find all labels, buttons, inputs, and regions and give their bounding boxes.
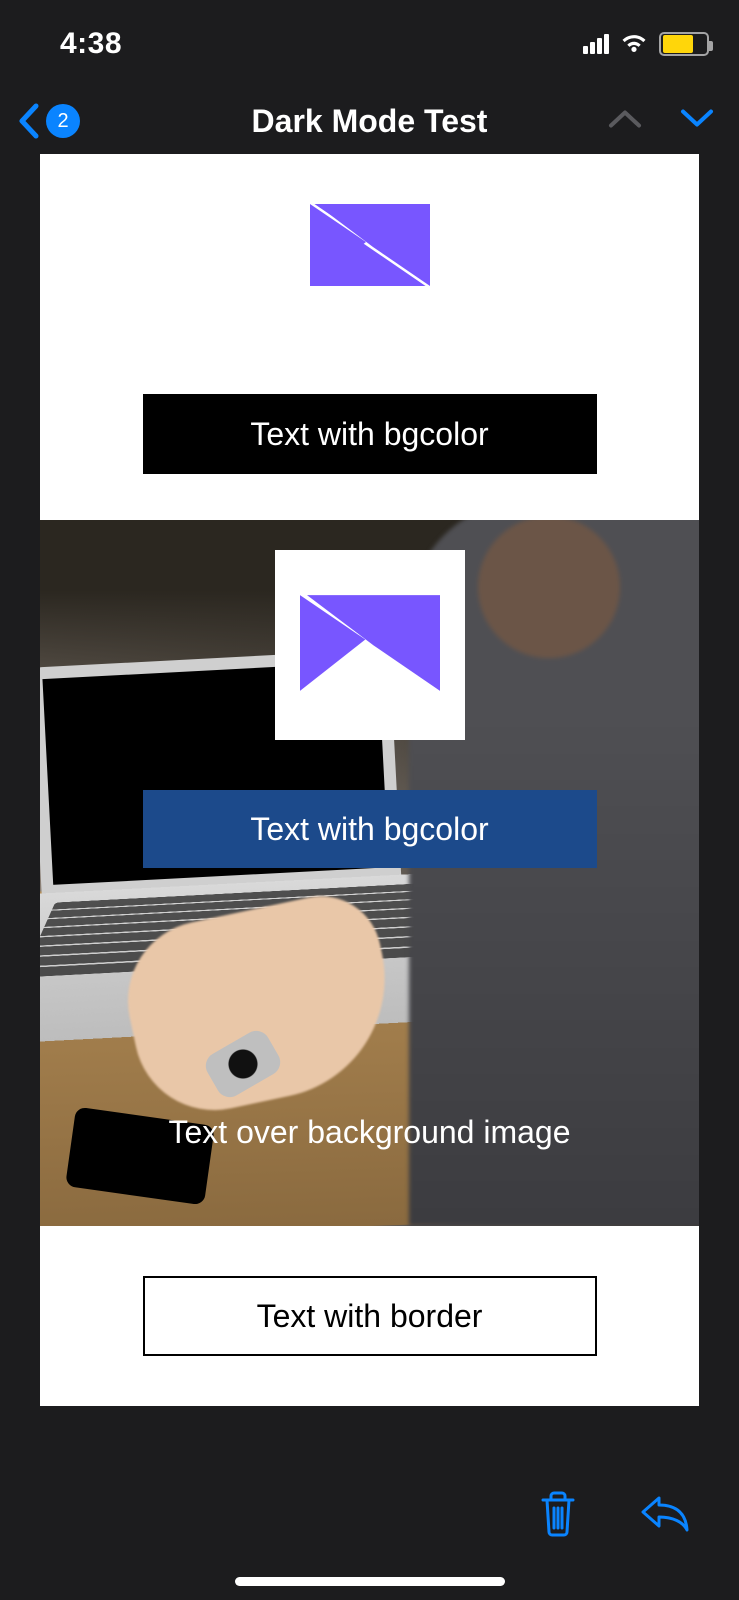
campaign-monitor-logo-icon bbox=[40, 204, 699, 286]
back-button[interactable]: 2 bbox=[16, 102, 80, 140]
next-message-button[interactable] bbox=[679, 108, 715, 135]
prev-message-button[interactable] bbox=[607, 108, 643, 135]
cell-signal-icon bbox=[583, 34, 609, 54]
button-label: Text with bgcolor bbox=[250, 811, 488, 848]
border-button[interactable]: Text with border bbox=[143, 1276, 597, 1356]
reply-button[interactable] bbox=[639, 1490, 689, 1537]
chevron-down-icon bbox=[679, 108, 715, 130]
logo-box bbox=[275, 550, 465, 740]
status-bar: 4:38 bbox=[0, 0, 739, 88]
chevron-up-icon bbox=[607, 108, 643, 130]
message-body[interactable]: Text with bgcolor bbox=[0, 154, 739, 1406]
wifi-icon bbox=[619, 31, 649, 58]
trash-button[interactable] bbox=[537, 1490, 579, 1543]
bgcolor-blue-button[interactable]: Text with bgcolor bbox=[143, 790, 597, 868]
status-icons bbox=[583, 31, 709, 58]
button-label: Text with border bbox=[257, 1298, 483, 1335]
trash-icon bbox=[537, 1490, 579, 1538]
home-indicator[interactable] bbox=[235, 1577, 505, 1586]
battery-icon bbox=[659, 32, 709, 56]
overlay-text: Text over background image bbox=[40, 1114, 699, 1151]
unread-badge: 2 bbox=[46, 104, 80, 138]
section-bg-image: Text with bgcolor Text over background i… bbox=[40, 520, 699, 1226]
section-border: Text with border bbox=[40, 1226, 699, 1406]
toolbar bbox=[0, 1472, 739, 1600]
button-label: Text with bgcolor bbox=[250, 416, 488, 453]
status-time: 4:38 bbox=[60, 27, 122, 61]
bgcolor-black-button[interactable]: Text with bgcolor bbox=[143, 394, 597, 474]
nav-bar: 2 Dark Mode Test bbox=[0, 88, 739, 154]
campaign-monitor-logo-icon bbox=[300, 595, 440, 696]
section-white: Text with bgcolor bbox=[40, 154, 699, 520]
reply-icon bbox=[639, 1490, 689, 1532]
nav-title: Dark Mode Test bbox=[252, 103, 488, 140]
chevron-left-icon bbox=[16, 102, 40, 140]
